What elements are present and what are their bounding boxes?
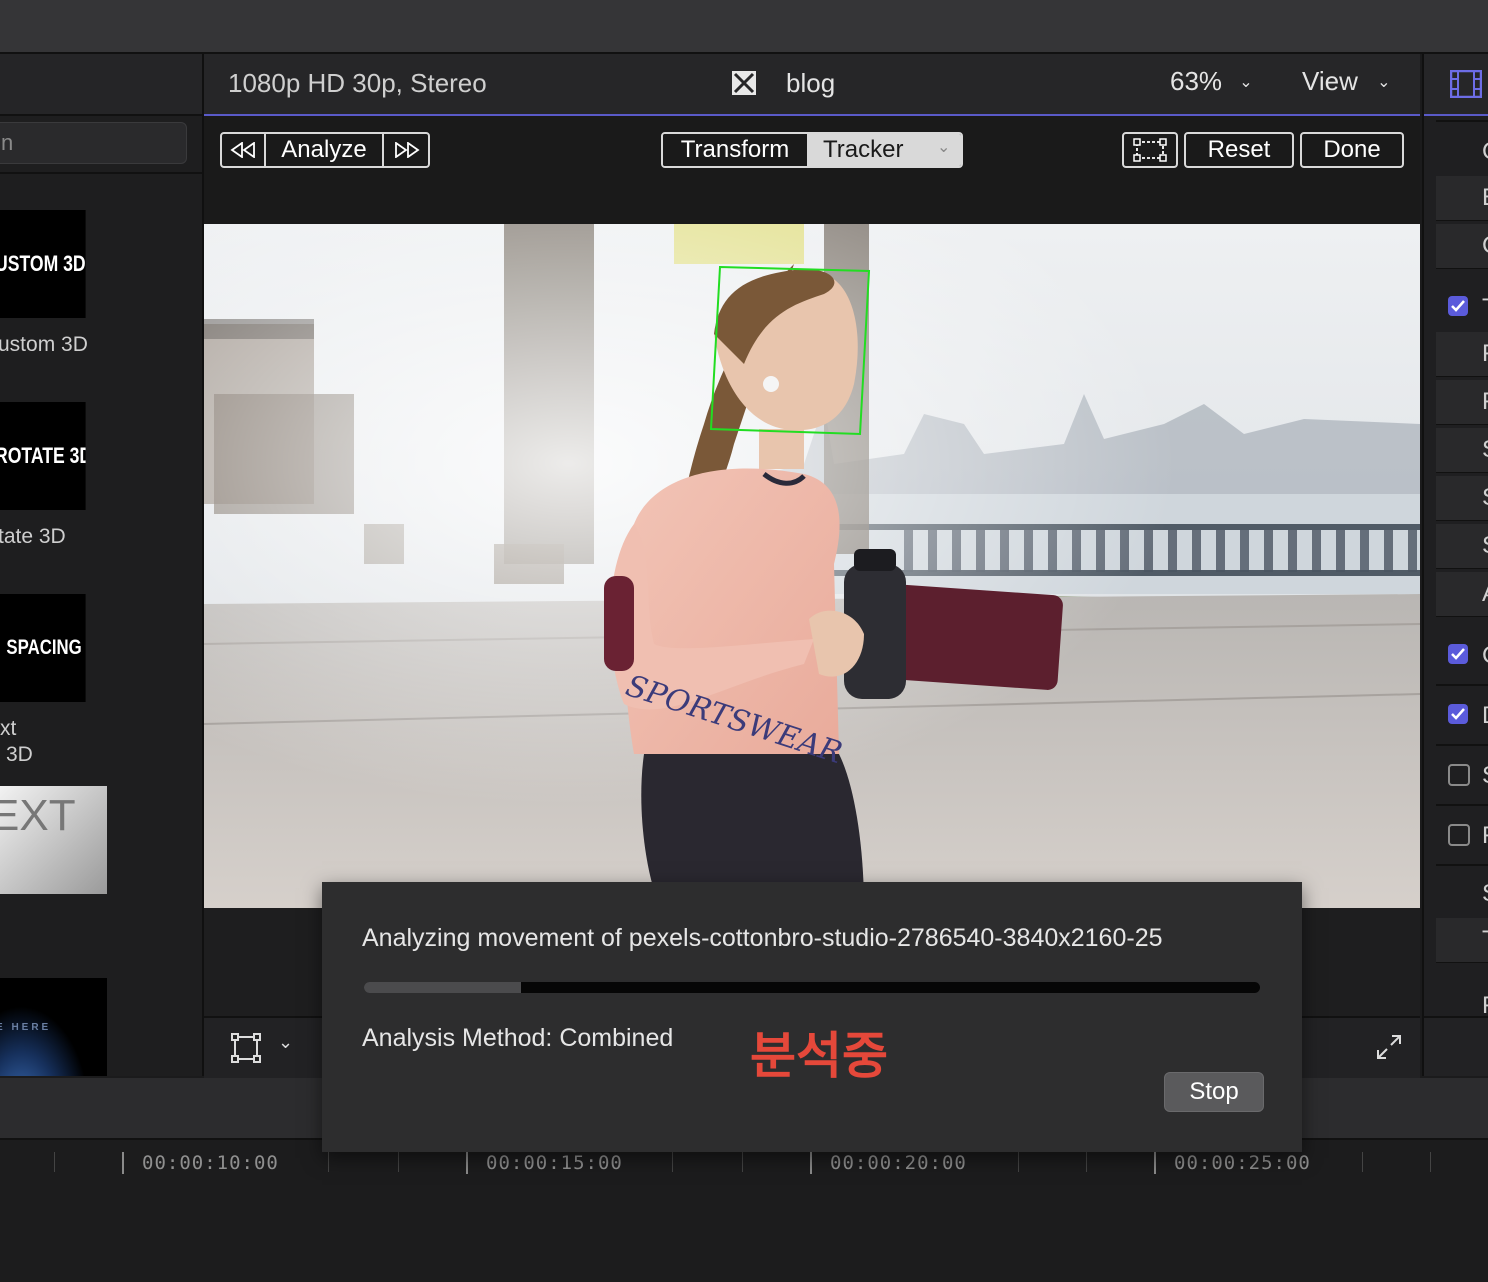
inspector-row-5[interactable]: F bbox=[1436, 380, 1488, 425]
korean-status-label: 분석중 bbox=[750, 1028, 888, 1084]
analyze-group: Analyze bbox=[220, 132, 430, 168]
titles-browser: n USTOM 3D ustom 3D ROTATE 3D tate 3D SP… bbox=[0, 54, 204, 1076]
search-input[interactable]: n bbox=[0, 122, 187, 164]
analysis-method: Analysis Method: Combined bbox=[362, 1024, 674, 1052]
film-icon[interactable] bbox=[1449, 69, 1483, 103]
stop-button[interactable]: Stop bbox=[1164, 1072, 1264, 1112]
view-label: View bbox=[1302, 66, 1358, 96]
inspector-item-13: F bbox=[1482, 822, 1488, 850]
inspector-item-14: S bbox=[1482, 880, 1488, 908]
tracker-label: Tracker bbox=[823, 136, 904, 163]
inspector-row-2[interactable]: C bbox=[1436, 224, 1488, 269]
inspector-row-6[interactable]: S bbox=[1436, 428, 1488, 473]
clip-icon bbox=[731, 70, 757, 101]
tab-transform[interactable]: Transform bbox=[663, 134, 807, 166]
inspector-panel: C E C T F F S S S A C D S F S T F bbox=[1422, 54, 1488, 1076]
browser-header bbox=[0, 54, 202, 116]
tab-tracker[interactable]: Tracker ⌄ bbox=[807, 134, 961, 166]
chevron-down-icon: ⌄ bbox=[937, 139, 951, 156]
analyze-backward-button[interactable] bbox=[222, 134, 266, 166]
inspector-header bbox=[1424, 54, 1488, 116]
viewer-header: 1080p HD 30p, Stereo blog 63% ⌄ View ⌄ bbox=[204, 54, 1420, 116]
analysis-progress-fill bbox=[364, 982, 521, 993]
divider bbox=[0, 172, 202, 174]
title-thumb-custom-3d[interactable]: USTOM 3D bbox=[0, 210, 86, 318]
checkbox-stabilization[interactable] bbox=[1448, 764, 1470, 786]
inspector-item-3: T bbox=[1482, 294, 1488, 322]
inspector-item-0: C bbox=[1482, 138, 1488, 166]
zoom-menu[interactable]: 63% ⌄ bbox=[1170, 66, 1253, 97]
inspector-row-9[interactable]: A bbox=[1436, 572, 1488, 617]
transform-tool-icon[interactable] bbox=[230, 1032, 262, 1069]
tracker-frame-icon bbox=[1133, 138, 1167, 162]
timecode-25: 00:00:25:00 bbox=[1174, 1152, 1311, 1174]
inspector-row-7[interactable]: S bbox=[1436, 476, 1488, 521]
tracker-control-bar: Analyze Transform Tracker ⌄ Reset Done bbox=[204, 116, 1420, 224]
inspector-item-11: D bbox=[1482, 702, 1488, 730]
title-label-spacing-line2: 3D bbox=[6, 743, 33, 766]
title-label-custom-3d: ustom 3D bbox=[0, 333, 88, 356]
analysis-message: Analyzing movement of pexels-cottonbro-s… bbox=[362, 924, 1163, 952]
inspector-row-8[interactable]: S bbox=[1436, 524, 1488, 569]
fullscreen-icon[interactable] bbox=[1374, 1032, 1404, 1067]
chevron-down-icon: ⌄ bbox=[1377, 74, 1391, 91]
inspector-row-4[interactable]: F bbox=[1436, 332, 1488, 377]
checkbox-crop[interactable] bbox=[1448, 644, 1468, 664]
inspector-item-10: C bbox=[1482, 642, 1488, 670]
inspector-item-12: S bbox=[1482, 762, 1488, 790]
tracker-overlay-button[interactable] bbox=[1122, 132, 1178, 168]
reset-button[interactable]: Reset bbox=[1184, 132, 1294, 168]
timeline-ruler[interactable]: 00:00:10:00 00:00:15:00 00:00:20:00 00:0… bbox=[0, 1140, 1488, 1282]
title-label-spacing-line1: xt bbox=[0, 717, 17, 740]
video-frame: SPORTSWEAR bbox=[204, 224, 1420, 908]
checkbox-transform[interactable] bbox=[1448, 296, 1468, 316]
checkbox-rolling-shutter[interactable] bbox=[1448, 824, 1470, 846]
mode-segmented-control: Transform Tracker ⌄ bbox=[661, 132, 963, 168]
zoom-value: 63% bbox=[1170, 66, 1223, 96]
format-label: 1080p HD 30p, Stereo bbox=[228, 68, 487, 98]
checkbox-distort[interactable] bbox=[1448, 704, 1468, 724]
view-menu[interactable]: View ⌄ bbox=[1302, 66, 1391, 97]
title-label-rotate-3d: tate 3D bbox=[0, 525, 66, 548]
title-thumb-rotate-3d[interactable]: ROTATE 3D bbox=[0, 402, 86, 510]
timecode-15: 00:00:15:00 bbox=[486, 1152, 623, 1174]
done-button[interactable]: Done bbox=[1300, 132, 1404, 168]
title-thumb-earth[interactable]: E HERE bbox=[0, 978, 107, 1076]
app-toolbar bbox=[0, 0, 1488, 54]
title-thumb-spacing-3d[interactable]: SPACING 3D bbox=[0, 594, 86, 702]
project-name: blog bbox=[786, 68, 836, 98]
tracker-box[interactable] bbox=[204, 224, 1420, 908]
timecode-10: 00:00:10:00 bbox=[142, 1152, 279, 1174]
analyze-button[interactable]: Analyze bbox=[266, 134, 382, 166]
timecode-20: 00:00:20:00 bbox=[830, 1152, 967, 1174]
inspector-row-1[interactable]: E bbox=[1436, 176, 1488, 221]
chevron-down-icon[interactable]: ⌄ bbox=[278, 1032, 293, 1053]
analyze-forward-button[interactable] bbox=[382, 134, 430, 166]
chevron-down-icon: ⌄ bbox=[1239, 74, 1253, 91]
title-thumb-text[interactable]: EXT bbox=[0, 786, 107, 894]
inspector-row-15[interactable]: T bbox=[1436, 918, 1488, 963]
